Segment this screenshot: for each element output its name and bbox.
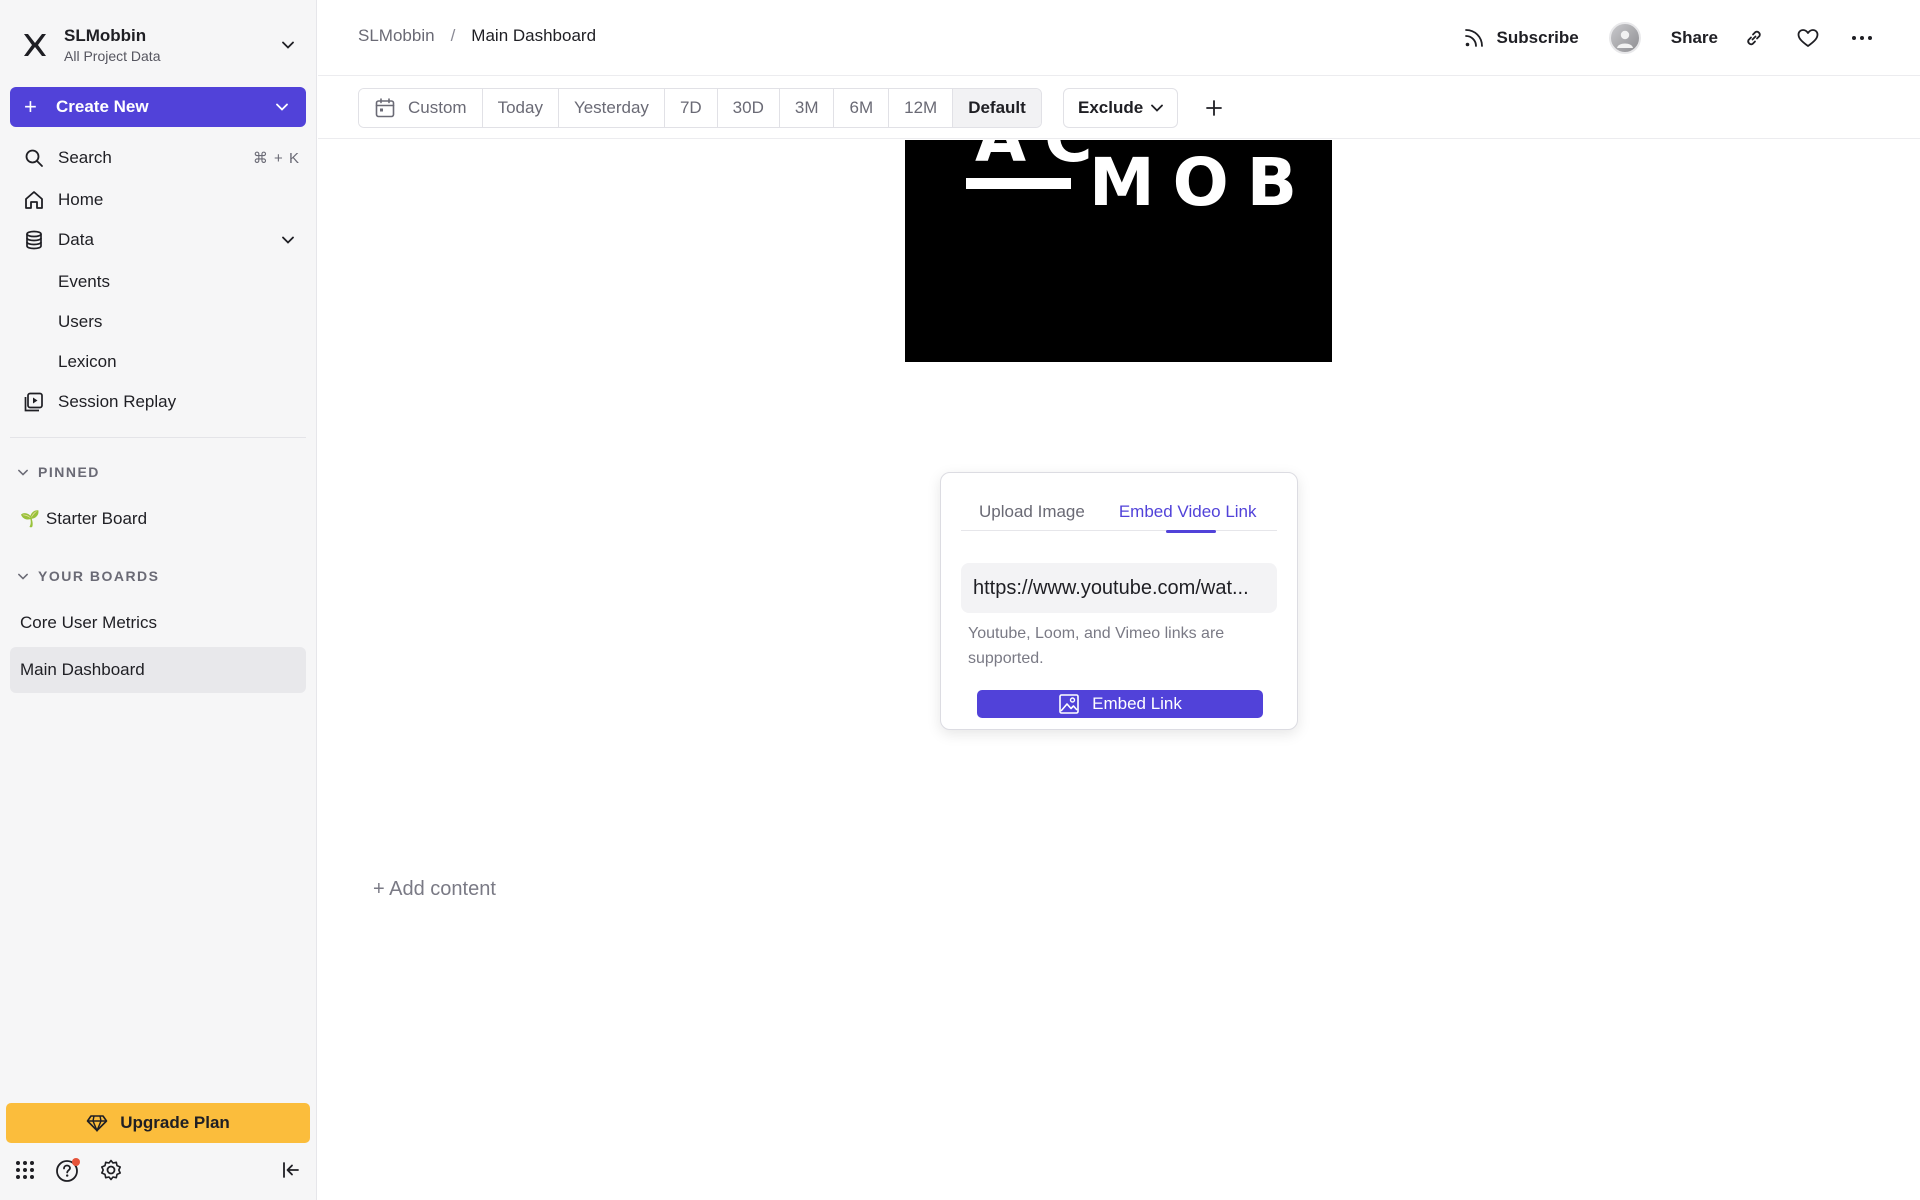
sidebar-item-data[interactable]: Data — [22, 223, 300, 257]
copy-link-icon[interactable] — [1736, 20, 1772, 56]
search-icon — [22, 146, 46, 170]
heart-icon[interactable] — [1790, 20, 1826, 56]
share-button[interactable]: Share — [1671, 28, 1718, 48]
sidebar-item-session-replay[interactable]: Session Replay — [22, 385, 300, 419]
sidebar-item-home[interactable]: Home — [22, 183, 300, 217]
board-label: Core User Metrics — [20, 613, 157, 632]
database-icon — [22, 228, 46, 252]
section-title: PINNED — [38, 464, 100, 480]
sidebar: SLMobbin All Project Data + Create New S… — [0, 0, 317, 1200]
embed-tabs: Upload Image Embed Video Link — [961, 493, 1277, 533]
avatar[interactable] — [1608, 22, 1641, 54]
pinned-item-starter-board[interactable]: 🌱 Starter Board — [10, 496, 306, 542]
exclude-dropdown[interactable]: Exclude — [1063, 88, 1179, 128]
date-range-today[interactable]: Today — [482, 89, 559, 127]
diamond-icon — [86, 1114, 108, 1132]
breadcrumb: SLMobbin / Main Dashboard — [358, 26, 596, 46]
date-range-30d[interactable]: 30D — [717, 89, 780, 127]
tab-label: Embed Video Link — [1118, 502, 1257, 521]
plus-icon — [1206, 100, 1222, 116]
embed-link-label: Embed Link — [1092, 694, 1182, 713]
subscribe-label: Subscribe — [1496, 28, 1579, 47]
date-range-3m[interactable]: 3M — [779, 89, 835, 127]
section-title: YOUR BOARDS — [38, 568, 160, 584]
embedded-image-card[interactable]: AC MOB — [905, 140, 1332, 362]
page-title: Main Dashboard — [471, 26, 597, 45]
date-range-7d[interactable]: 7D — [664, 89, 718, 127]
pinned-section-header[interactable]: PINNED — [18, 462, 100, 482]
image-icon — [1058, 693, 1080, 715]
plus-icon: + — [24, 94, 37, 119]
sidebar-item-events[interactable]: Events — [58, 267, 110, 297]
home-icon — [22, 188, 46, 212]
sidebar-item-label: Search — [58, 148, 112, 167]
add-filter-button[interactable] — [1198, 92, 1230, 124]
sidebar-item-label: Data — [58, 230, 94, 249]
filter-bar: Custom Today Yesterday 7D 30D 3M 6M 12M … — [318, 76, 1920, 139]
board-item-main-dashboard[interactable]: Main Dashboard — [10, 647, 306, 693]
more-options-icon[interactable] — [1844, 20, 1880, 56]
media-text: MOB — [1089, 144, 1316, 221]
settings-gear-icon[interactable] — [98, 1157, 124, 1183]
chevron-down-icon — [278, 35, 298, 55]
workspace-subtitle: All Project Data — [64, 48, 161, 64]
header-actions: Subscribe Share — [1463, 20, 1880, 56]
date-range-label: Custom — [408, 98, 467, 117]
embed-media-popover: Upload Image Embed Video Link https://ww… — [940, 472, 1298, 730]
date-range-custom[interactable]: Custom — [359, 89, 483, 127]
chevron-down-icon — [18, 469, 32, 476]
calendar-icon — [374, 97, 396, 119]
active-tab-indicator — [1165, 530, 1216, 533]
chevron-down-icon[interactable] — [276, 99, 292, 115]
upgrade-plan-button[interactable]: Upgrade Plan — [6, 1103, 310, 1143]
add-content-button[interactable]: + Add content — [373, 878, 496, 901]
create-new-label: Create New — [56, 97, 149, 116]
sidebar-item-search[interactable]: Search ⌘ + K — [22, 141, 300, 175]
board-label: Main Dashboard — [20, 660, 145, 679]
help-icon[interactable] — [55, 1157, 81, 1183]
apps-grid-icon[interactable] — [12, 1157, 38, 1183]
date-range-12m[interactable]: 12M — [889, 89, 954, 127]
date-range-6m[interactable]: 6M — [834, 89, 890, 127]
sidebar-divider — [10, 437, 306, 438]
tab-upload-image[interactable]: Upload Image — [979, 493, 1085, 531]
tab-embed-video-link[interactable]: Embed Video Link — [1118, 493, 1257, 533]
sidebar-item-users[interactable]: Users — [58, 307, 102, 337]
exclude-label: Exclude — [1078, 98, 1144, 117]
date-range-yesterday[interactable]: Yesterday — [558, 89, 665, 127]
chevron-down-icon — [1151, 104, 1164, 112]
embed-link-button[interactable]: Embed Link — [977, 690, 1263, 718]
collapse-sidebar-icon[interactable] — [278, 1157, 304, 1183]
sidebar-item-label: Home — [58, 190, 104, 209]
share-label: Share — [1670, 28, 1718, 47]
rss-icon — [1463, 27, 1485, 49]
chevron-down-icon — [18, 573, 32, 580]
mixpanel-logo-icon — [20, 30, 50, 60]
workspace-switcher[interactable]: SLMobbin All Project Data — [20, 22, 298, 68]
sidebar-item-label: Session Replay — [58, 392, 177, 411]
date-range-default[interactable]: Default — [953, 89, 1041, 127]
sidebar-item-lexicon[interactable]: Lexicon — [58, 347, 117, 377]
board-item-core-user-metrics[interactable]: Core User Metrics — [10, 600, 306, 646]
date-range-selector: Custom Today Yesterday 7D 30D 3M 6M 12M … — [358, 88, 1042, 128]
upgrade-plan-label: Upgrade Plan — [120, 1113, 230, 1132]
top-bar: SLMobbin / Main Dashboard Subscribe Shar… — [318, 0, 1920, 76]
breadcrumb-separator: / — [450, 26, 456, 45]
workspace-name: SLMobbin — [64, 26, 147, 45]
board-label: Starter Board — [45, 509, 148, 528]
your-boards-section-header[interactable]: YOUR BOARDS — [18, 566, 160, 586]
media-logo-bar — [966, 178, 1071, 189]
supported-links-help-text: Youtube, Loom, and Vimeo links are suppo… — [968, 625, 1225, 667]
create-new-button[interactable]: + Create New — [10, 87, 306, 127]
subscribe-button[interactable]: Subscribe — [1463, 27, 1579, 49]
breadcrumb-project-link[interactable]: SLMobbin — [358, 26, 435, 46]
session-replay-icon — [22, 390, 46, 414]
seedling-icon: 🌱 — [20, 511, 40, 528]
keyboard-shortcut: ⌘ + K — [252, 150, 300, 167]
video-url-input[interactable]: https://www.youtube.com/wat... — [961, 563, 1277, 613]
chevron-down-icon[interactable] — [282, 236, 294, 244]
notification-dot — [72, 1158, 80, 1166]
